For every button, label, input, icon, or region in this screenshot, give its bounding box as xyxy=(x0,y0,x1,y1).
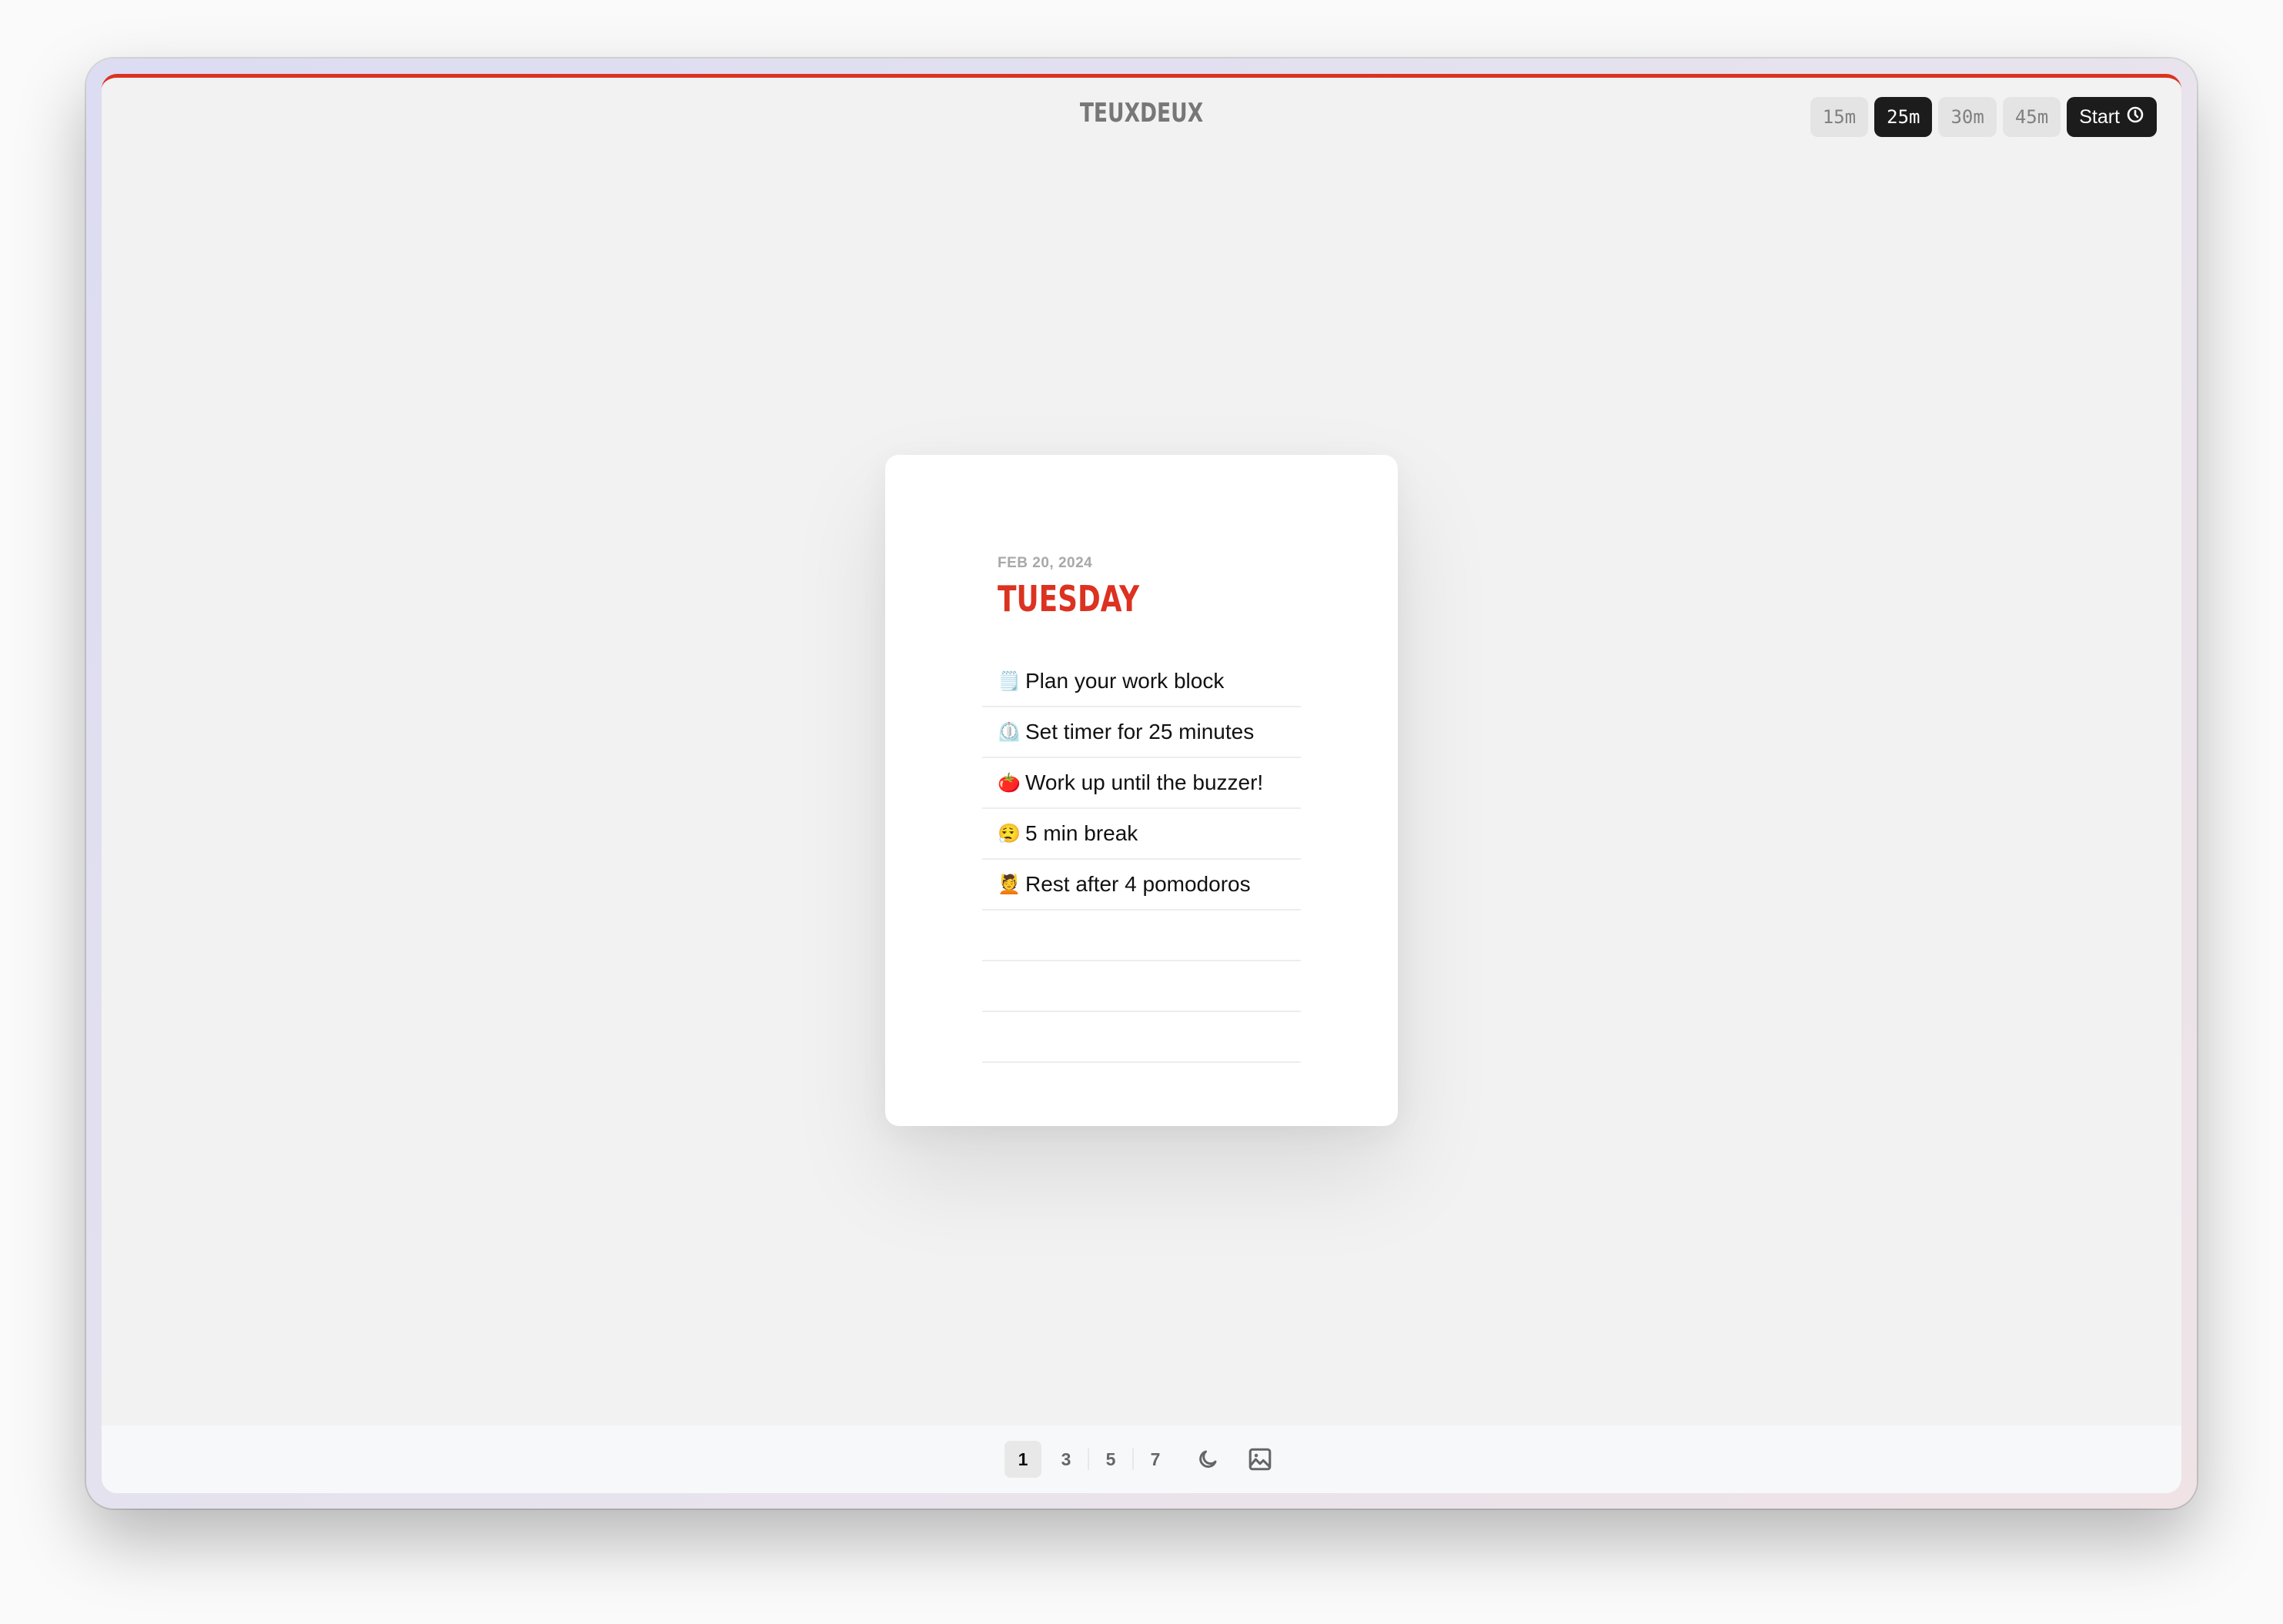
todo-list: 🗒️ Plan your work block ⏲️ Set timer for 2… xyxy=(982,657,1301,1063)
app-logo[interactable]: TEUXDEUX xyxy=(330,98,1953,129)
image-icon[interactable] xyxy=(1242,1441,1279,1478)
empty-todo-slot[interactable] xyxy=(982,911,1301,961)
todo-text: 5 min break xyxy=(1025,821,1138,845)
exhale-face-icon: 😮‍💨 xyxy=(998,823,1021,844)
todo-item[interactable]: 🍅 Work up until the buzzer! xyxy=(982,758,1301,809)
timer-45m-button[interactable]: 45m xyxy=(2002,97,2061,137)
columns-3-button[interactable]: 3 xyxy=(1048,1441,1085,1478)
bottom-toolbar: 1 3 5 7 xyxy=(102,1425,2181,1493)
todo-text: Rest after 4 pomodoros xyxy=(1025,872,1251,896)
columns-5-button[interactable]: 5 xyxy=(1092,1441,1129,1478)
columns-1-button[interactable]: 1 xyxy=(1004,1441,1041,1478)
empty-todo-slot[interactable] xyxy=(982,961,1301,1012)
divider xyxy=(1088,1449,1089,1470)
moon-icon[interactable] xyxy=(1189,1441,1226,1478)
tomato-icon: 🍅 xyxy=(998,772,1021,794)
todo-text: Work up until the buzzer! xyxy=(1025,770,1264,794)
massage-icon: 💆 xyxy=(998,874,1021,895)
todo-item[interactable]: 🗒️ Plan your work block xyxy=(982,657,1301,707)
window-frame: TEUXDEUX 15m 25m 30m 45m Start FEB 20, 2… xyxy=(86,58,2197,1509)
columns-7-button[interactable]: 7 xyxy=(1137,1441,1174,1478)
start-label: Start xyxy=(2079,105,2120,128)
day-card: FEB 20, 2024 TUESDAY 🗒️ Plan your work bl… xyxy=(885,455,1398,1126)
todo-item[interactable]: ⏲️ Set timer for 25 minutes xyxy=(982,707,1301,758)
todo-text: Plan your work block xyxy=(1025,669,1225,693)
timer-clock-icon: ⏲️ xyxy=(998,721,1021,743)
start-timer-button[interactable]: Start xyxy=(2067,97,2157,137)
card-date: FEB 20, 2024 xyxy=(998,555,1093,571)
timer-30m-button[interactable]: 30m xyxy=(1938,97,1997,137)
timer-15m-button[interactable]: 15m xyxy=(1810,97,1869,137)
notepad-icon: 🗒️ xyxy=(998,670,1021,692)
todo-item[interactable]: 💆 Rest after 4 pomodoros xyxy=(982,860,1301,911)
app-window: TEUXDEUX 15m 25m 30m 45m Start FEB 20, 2… xyxy=(102,74,2181,1493)
timer-25m-button[interactable]: 25m xyxy=(1874,97,1933,137)
clock-icon xyxy=(2126,105,2144,129)
empty-todo-slot[interactable] xyxy=(982,1012,1301,1063)
column-count-selector: 1 3 5 7 xyxy=(1004,1441,1174,1478)
timer-controls: 15m 25m 30m 45m Start xyxy=(1810,97,2157,137)
card-day-title: TUESDAY xyxy=(998,578,1140,620)
divider xyxy=(1132,1449,1134,1470)
todo-item[interactable]: 😮‍💨 5 min break xyxy=(982,809,1301,860)
todo-text: Set timer for 25 minutes xyxy=(1025,720,1255,743)
